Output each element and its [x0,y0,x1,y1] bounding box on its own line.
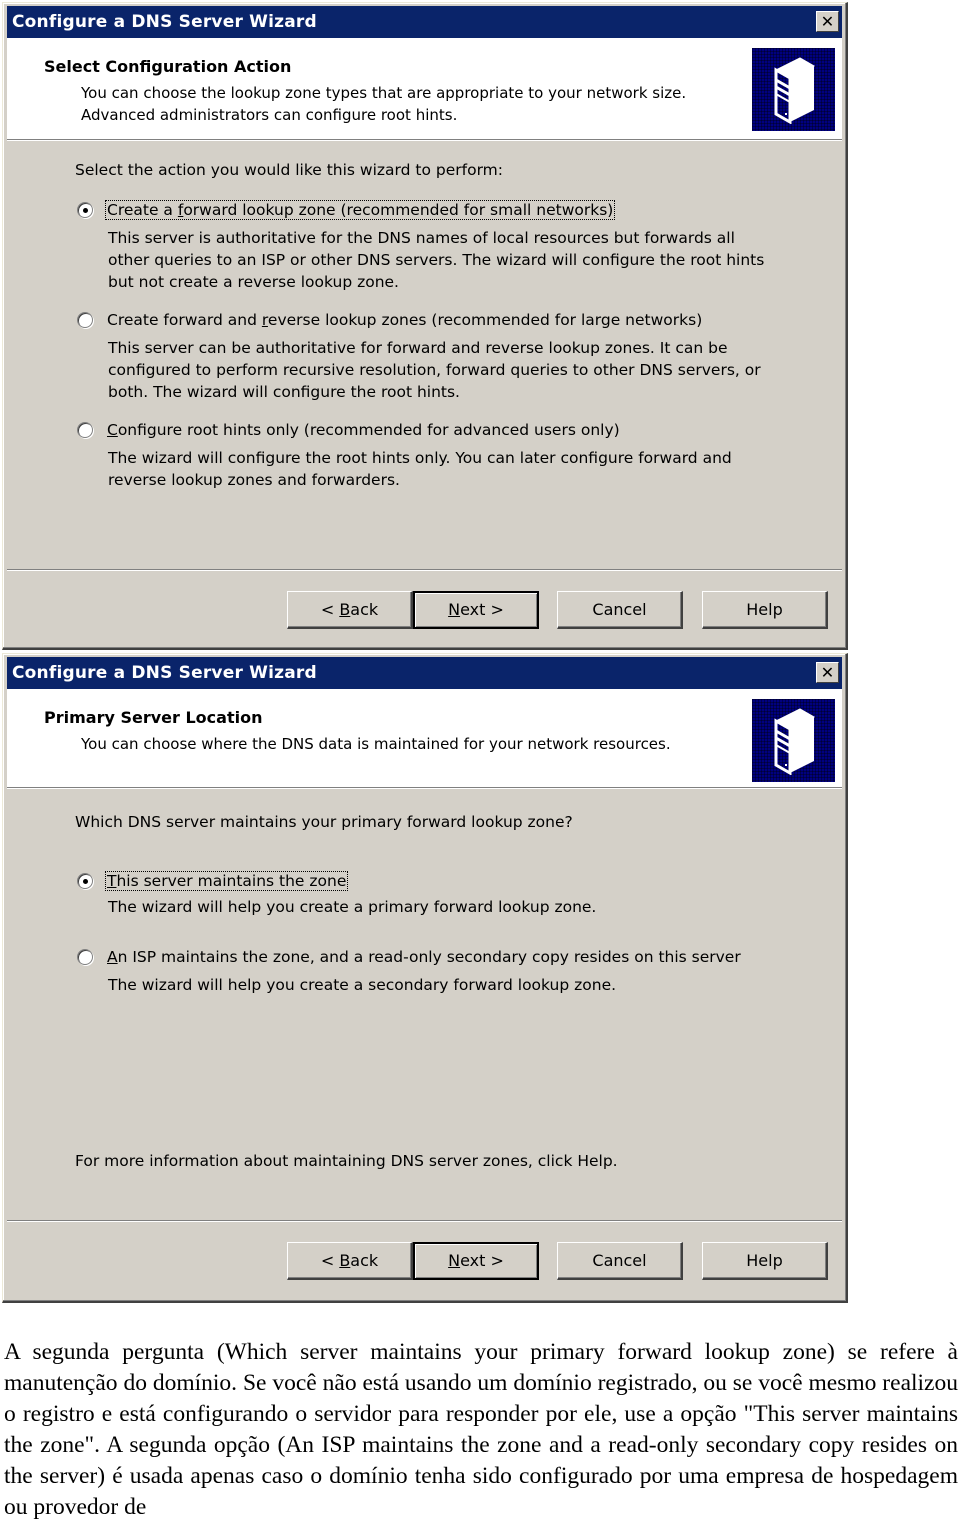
option-label[interactable]: Create a forward lookup zone (recommende… [104,200,616,220]
next-button[interactable]: Next > [413,1242,539,1280]
separator [7,569,842,571]
window-title: Configure a DNS Server Wizard [12,12,317,32]
wizard-header: Select Configuration Action You can choo… [7,38,842,140]
location-prompt: Which DNS server maintains your primary … [75,813,573,831]
radio-this-server-maintains[interactable] [77,873,93,889]
back-button[interactable]: < Back [287,1242,413,1280]
server-icon [752,699,835,782]
option-description: The wizard will help you create a primar… [108,898,597,916]
title-bar: Configure a DNS Server Wizard ✕ [7,657,842,689]
close-icon: ✕ [820,12,835,31]
option-description: This server is authoritative for the DNS… [108,229,765,291]
option-label[interactable]: Create forward and reverse lookup zones … [106,311,703,329]
help-button[interactable]: Help [702,1242,828,1280]
separator [7,1220,842,1222]
page-description: You can choose the lookup zone types tha… [81,84,687,124]
close-button[interactable]: ✕ [816,662,839,683]
close-icon: ✕ [820,663,835,682]
back-button[interactable]: < Back [287,591,413,629]
dns-wizard-primary-server-location: Configure a DNS Server Wizard ✕ Primary … [2,653,848,1303]
radio-isp-maintains[interactable] [77,949,93,965]
dns-wizard-select-action: Configure a DNS Server Wizard ✕ Select C… [2,2,848,650]
radio-forward-lookup-zone[interactable] [77,202,93,218]
article-paragraph: A segunda pergunta (Which server maintai… [4,1339,958,1520]
page-title: Select Configuration Action [44,57,292,76]
server-icon [752,48,835,131]
option-description: The wizard will configure the root hints… [108,449,732,489]
radio-forward-reverse-zones[interactable] [77,312,93,328]
option-description: The wizard will help you create a second… [108,976,617,994]
action-prompt: Select the action you would like this wi… [75,161,503,179]
wizard-header: Primary Server Location You can choose w… [7,689,842,788]
next-button[interactable]: Next > [413,591,539,629]
cancel-button[interactable]: Cancel [557,1242,683,1280]
option-label[interactable]: Configure root hints only (recommended f… [106,421,621,439]
option-description: This server can be authoritative for for… [108,339,761,401]
option-label[interactable]: An ISP maintains the zone, and a read-on… [106,948,742,966]
window-title: Configure a DNS Server Wizard [12,663,317,683]
radio-root-hints-only[interactable] [77,422,93,438]
close-button[interactable]: ✕ [816,11,839,32]
help-button[interactable]: Help [702,591,828,629]
title-bar: Configure a DNS Server Wizard ✕ [7,6,842,38]
cancel-button[interactable]: Cancel [557,591,683,629]
option-label[interactable]: This server maintains the zone [104,871,349,891]
help-note: For more information about maintaining D… [75,1152,618,1170]
page-title: Primary Server Location [44,708,263,727]
page-description: You can choose where the DNS data is mai… [81,735,671,753]
